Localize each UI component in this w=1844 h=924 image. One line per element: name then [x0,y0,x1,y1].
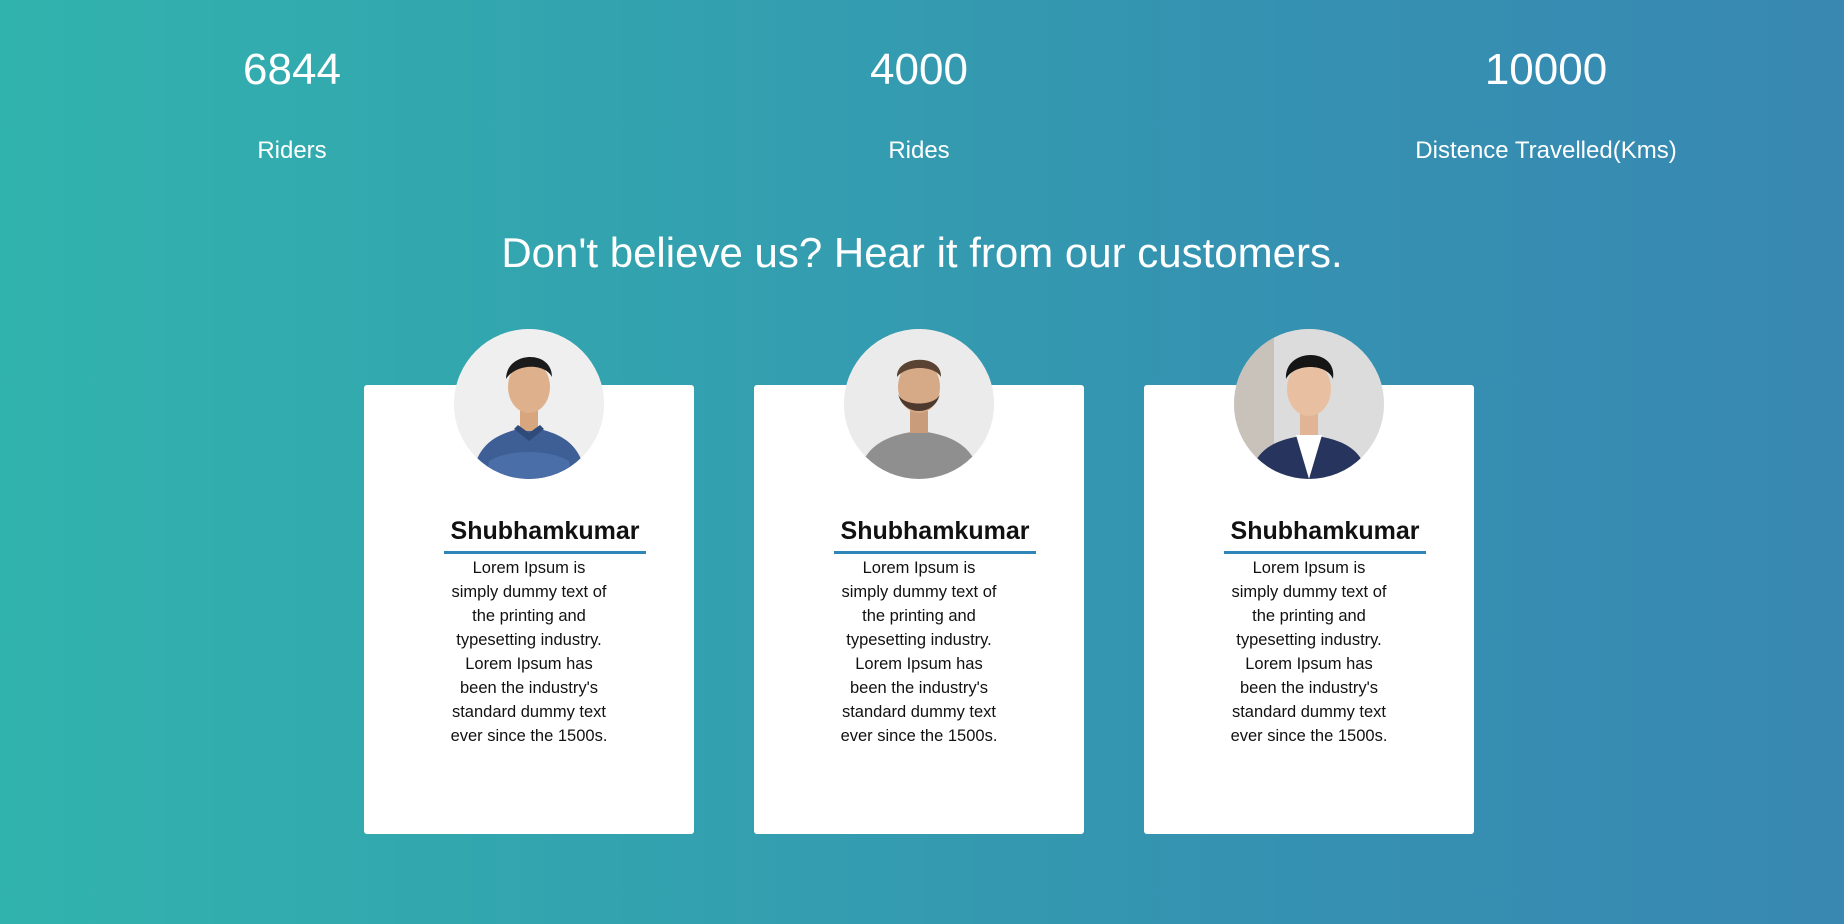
stat-label: Rides [888,137,950,164]
avatar-man-denim-shirt-icon [454,329,604,479]
testimonial-card: Shubhamkumar Lorem Ipsum is simply dummy… [754,329,1084,834]
avatar-man-suit-icon [1234,329,1384,479]
customer-name: Shubhamkumar [444,515,646,554]
testimonial-card: Shubhamkumar Lorem Ipsum is simply dummy… [1144,329,1474,834]
avatar [1234,329,1384,479]
testimonial-card: Shubhamkumar Lorem Ipsum is simply dummy… [364,329,694,834]
customer-name: Shubhamkumar [834,515,1036,554]
stat-label: Distence Travelled(Kms) [1415,137,1677,164]
testimonial-text: Lorem Ipsum is simply dummy text of the … [840,559,998,745]
avatar [454,329,604,479]
testimonials-heading: Don't believe us? Hear it from our custo… [501,229,1343,276]
avatar-man-grey-tshirt-icon [844,329,994,479]
stat-rides: 4000 Rides [719,0,1119,166]
stats-section: 6844 Riders 4000 Rides 10000 Distence Tr… [0,0,1844,190]
stat-value: 4000 [870,45,968,94]
stat-label: Riders [257,137,327,164]
stat-distance: 10000 Distence Travelled(Kms) [1346,0,1746,166]
stat-riders: 6844 Riders [92,0,492,166]
testimonial-text: Lorem Ipsum is simply dummy text of the … [1230,559,1388,745]
avatar [844,329,994,479]
testimonial-text: Lorem Ipsum is simply dummy text of the … [450,559,608,745]
customer-name: Shubhamkumar [1224,515,1426,554]
stat-value: 10000 [1484,45,1608,94]
stat-value: 6844 [243,45,341,94]
